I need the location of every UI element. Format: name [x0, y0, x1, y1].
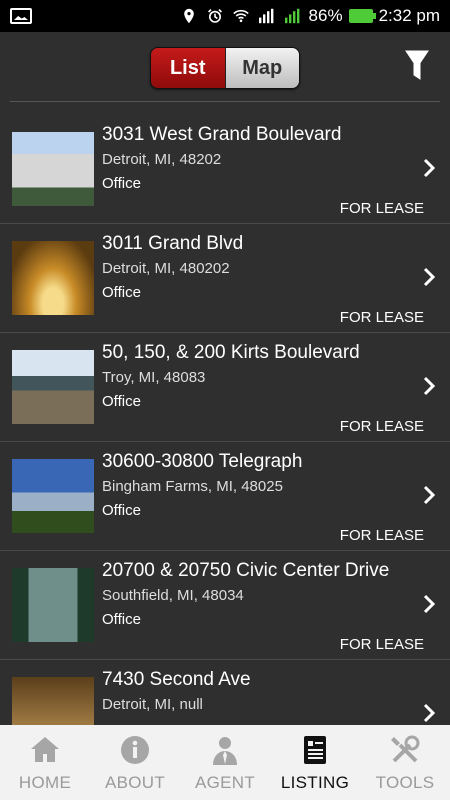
listing-type: Office: [102, 284, 141, 301]
nav-listing[interactable]: LISTING: [270, 725, 360, 800]
listing-title: 50, 150, & 200 Kirts Boulevard: [102, 342, 360, 363]
clock: 2:32 pm: [378, 6, 440, 25]
listing-thumbnail: [12, 350, 94, 424]
wifi-icon: [232, 9, 249, 23]
chevron-right-icon[interactable]: [422, 593, 436, 615]
nav-tools-label: TOOLS: [375, 772, 435, 792]
list-item[interactable]: 3031 West Grand Boulevard Detroit, MI, 4…: [0, 115, 450, 224]
home-icon: [31, 736, 59, 762]
listing-location: Detroit, MI, 480202: [102, 260, 230, 277]
listing-location: Bingham Farms, MI, 48025: [102, 478, 283, 495]
listing-status: FOR LEASE: [339, 200, 424, 217]
listing-thumbnail: [12, 677, 94, 725]
nav-home[interactable]: HOME: [0, 725, 90, 800]
listing-status: FOR LEASE: [339, 527, 424, 544]
tools-icon: [391, 735, 420, 762]
nav-about-label: ABOUT: [104, 772, 166, 792]
list-item[interactable]: 3011 Grand Blvd Detroit, MI, 480202 Offi…: [0, 224, 450, 333]
listing-thumbnail: [12, 459, 94, 533]
listing-title: 7430 Second Ave: [102, 669, 251, 690]
listing-title: 3011 Grand Blvd: [102, 233, 244, 254]
listing-location: Southfield, MI, 48034: [102, 587, 244, 604]
bottom-nav: HOME ABOUT AGENT LISTING TOOLS: [0, 725, 450, 800]
listing-location: Detroit, MI, 48202: [102, 151, 222, 168]
chevron-right-icon[interactable]: [422, 266, 436, 288]
listing-type: Office: [102, 611, 141, 628]
listing-type: Office: [102, 393, 141, 410]
nav-about[interactable]: ABOUT: [90, 725, 180, 800]
listing-location: Troy, MI, 48083: [102, 369, 206, 386]
filter-icon[interactable]: [404, 48, 430, 84]
nav-home-label: HOME: [18, 772, 72, 792]
agent-icon: [213, 736, 237, 765]
list-item[interactable]: 20700 & 20750 Civic Center Drive Southfi…: [0, 551, 450, 660]
listing-thumbnail: [12, 568, 94, 642]
nav-agent[interactable]: AGENT: [180, 725, 270, 800]
nav-tools[interactable]: TOOLS: [360, 725, 450, 800]
listing-thumbnail: [12, 241, 94, 315]
list-item[interactable]: 50, 150, & 200 Kirts Boulevard Troy, MI,…: [0, 333, 450, 442]
listing-status: FOR LEASE: [339, 309, 424, 326]
signal-icon: [258, 8, 273, 24]
nav-listing-label: LISTING: [280, 772, 350, 792]
info-icon: [121, 735, 149, 764]
alarm-icon: [207, 9, 222, 23]
chevron-right-icon[interactable]: [422, 484, 436, 506]
listing-icon: [304, 735, 326, 764]
listing-list[interactable]: 3031 West Grand Boulevard Detroit, MI, 4…: [0, 115, 450, 725]
listing-status: FOR LEASE: [339, 418, 424, 435]
listing-thumbnail: [12, 132, 94, 206]
signal-2-icon: [284, 8, 299, 24]
header: List Map: [0, 32, 450, 102]
listing-type: Office: [102, 175, 141, 192]
tab-list[interactable]: List: [151, 48, 226, 88]
listing-location: Detroit, MI, null: [102, 696, 203, 713]
battery-percent: 86%: [308, 6, 343, 25]
listing-type: Office: [102, 502, 141, 519]
header-divider: [10, 101, 440, 102]
chevron-right-icon[interactable]: [422, 157, 436, 179]
battery-icon: [348, 9, 376, 23]
view-toggle: List Map: [150, 47, 300, 89]
chevron-right-icon[interactable]: [422, 702, 436, 724]
listing-status: FOR LEASE: [339, 636, 424, 653]
listing-title: 20700 & 20750 Civic Center Drive: [102, 560, 390, 581]
listing-title: 30600-30800 Telegraph: [102, 451, 303, 472]
nav-agent-label: AGENT: [194, 772, 256, 792]
chevron-right-icon[interactable]: [422, 375, 436, 397]
list-item[interactable]: 30600-30800 Telegraph Bingham Farms, MI,…: [0, 442, 450, 551]
location-icon: [183, 8, 194, 24]
listing-title: 3031 West Grand Boulevard: [102, 124, 342, 145]
status-bar: 86% 2:32 pm: [0, 0, 450, 32]
tab-map[interactable]: Map: [225, 48, 299, 88]
gallery-notification-icon: [10, 8, 32, 24]
list-item[interactable]: 7430 Second Ave Detroit, MI, null: [0, 660, 450, 725]
